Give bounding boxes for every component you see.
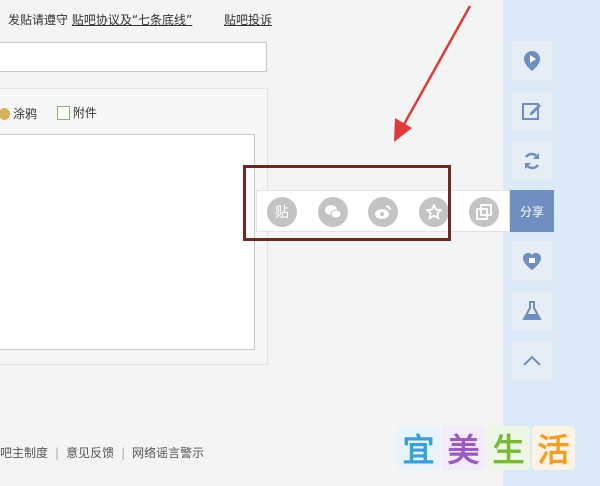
logo-char: 美 [442, 426, 485, 470]
logo-char: 活 [532, 426, 575, 470]
annotation-arrow [394, 5, 472, 142]
logo-char: 宜 [397, 426, 440, 470]
site-logo: 宜 美 生 活 [397, 426, 575, 472]
logo-char: 生 [487, 426, 530, 470]
post-editor-page: 发贴请遵守 贴吧协议及“七条底线” 贴吧投诉 涂鸦 附件 吧主制度 | 意见反馈 | 网… [0, 0, 600, 486]
